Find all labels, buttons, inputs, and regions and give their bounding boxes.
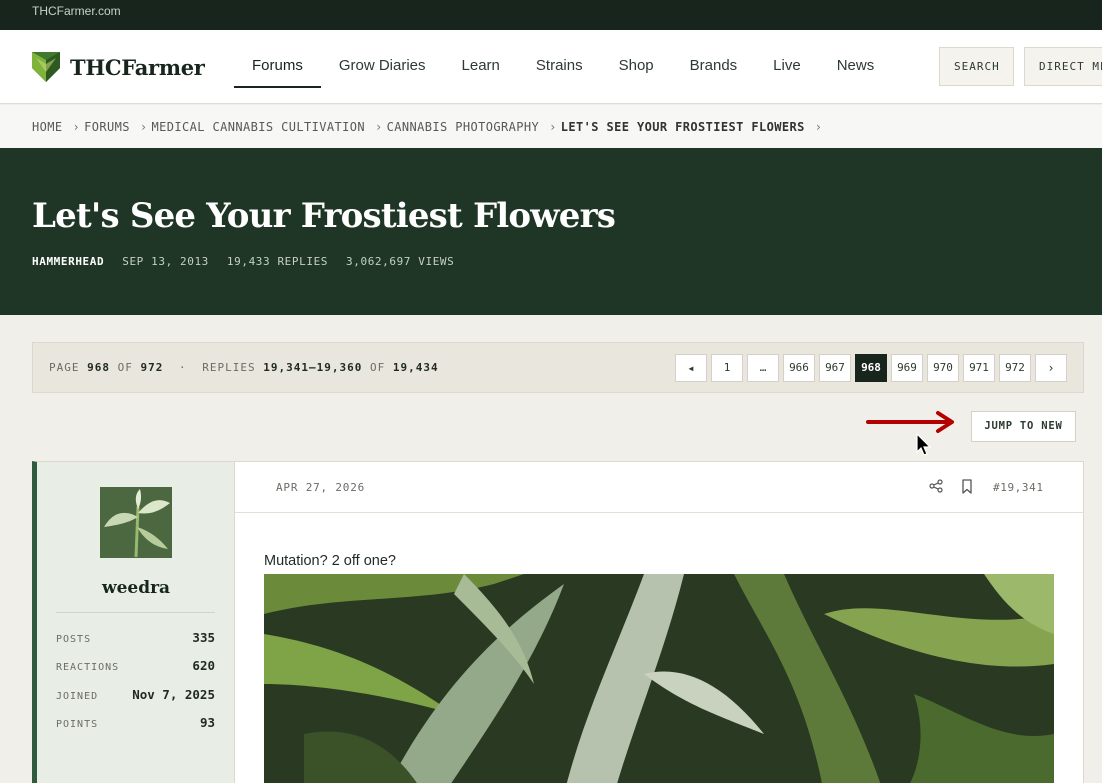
page-link[interactable]: 972 bbox=[999, 354, 1031, 382]
total-pages: 972 bbox=[140, 361, 164, 374]
post-username[interactable]: weedra bbox=[37, 578, 235, 598]
chevron-right-icon: › bbox=[375, 119, 383, 134]
separator-dot: · bbox=[179, 361, 187, 374]
post-content: APR 27, 2026 #19,341 Mutation? 2 off one… bbox=[235, 462, 1084, 783]
stat-label: POSTS bbox=[56, 634, 92, 645]
replies-word: REPLIES bbox=[202, 361, 256, 374]
stat-reactions: REACTIONS 620 bbox=[56, 658, 215, 673]
brand-name: THCFarmer bbox=[70, 54, 205, 80]
stat-posts: POSTS 335 bbox=[56, 630, 215, 645]
chevron-right-icon: › bbox=[72, 119, 81, 134]
breadcrumb: HOME › FORUMS › MEDICAL CANNABIS CULTIVA… bbox=[0, 105, 1102, 148]
nav-learn[interactable]: Learn bbox=[444, 30, 518, 104]
bookmark-icon[interactable] bbox=[960, 479, 974, 494]
nav-news[interactable]: News bbox=[819, 30, 893, 104]
nav-live[interactable]: Live bbox=[755, 30, 819, 104]
pagination-bar: PAGE 968 OF 972 · REPLIES 19,341–19,360 … bbox=[32, 342, 1084, 393]
chevron-right-icon: › bbox=[139, 119, 148, 134]
of-word: OF bbox=[117, 361, 133, 374]
stat-value: 335 bbox=[192, 630, 215, 645]
total-replies: 19,434 bbox=[392, 361, 439, 374]
stat-label: REACTIONS bbox=[56, 662, 120, 673]
post-header: APR 27, 2026 #19,341 bbox=[235, 462, 1084, 513]
search-button[interactable]: SEARCH bbox=[939, 47, 1014, 86]
caret-left-icon[interactable]: ◂ bbox=[675, 354, 707, 382]
thread-date: SEP 13, 2013 bbox=[122, 255, 209, 268]
stat-label: JOINED bbox=[56, 691, 99, 702]
nav-grow-diaries[interactable]: Grow Diaries bbox=[321, 30, 444, 104]
thread-author[interactable]: HAMMERHEAD bbox=[32, 255, 104, 268]
page-title: Let's See Your Frostiest Flowers bbox=[32, 196, 616, 236]
site-logo[interactable]: THCFarmer bbox=[32, 52, 205, 82]
jump-to-new-button[interactable]: JUMP TO NEW bbox=[971, 411, 1076, 442]
page-info: PAGE 968 OF 972 · REPLIES 19,341–19,360 … bbox=[49, 361, 439, 374]
thread-meta: HAMMERHEAD SEP 13, 2013 19,433 REPLIES 3… bbox=[32, 255, 472, 268]
page-link[interactable]: 971 bbox=[963, 354, 995, 382]
page-word: PAGE bbox=[49, 361, 80, 374]
site-header: THCFarmer Forums Grow Diaries Learn Stra… bbox=[0, 30, 1102, 104]
pager: ◂ 1 … 966 967 968 969 970 971 972 › bbox=[671, 354, 1067, 382]
page-link-current[interactable]: 968 bbox=[855, 354, 887, 382]
post-image[interactable] bbox=[264, 574, 1054, 783]
page-link[interactable]: 970 bbox=[927, 354, 959, 382]
mouse-cursor-icon bbox=[916, 433, 932, 456]
breadcrumb-current: LET'S SEE YOUR FROSTIEST FLOWERS bbox=[560, 119, 805, 134]
avatar[interactable] bbox=[100, 487, 172, 558]
nav-shop[interactable]: Shop bbox=[601, 30, 672, 104]
stat-value: Nov 7, 2025 bbox=[132, 687, 215, 702]
thread-hero: Let's See Your Frostiest Flowers HAMMERH… bbox=[0, 148, 1102, 315]
reply-range: 19,341–19,360 bbox=[263, 361, 363, 374]
thread-views: 3,062,697 VIEWS bbox=[346, 255, 455, 268]
page-link[interactable]: 1 bbox=[711, 354, 743, 382]
top-bar: THCFarmer.com bbox=[0, 0, 1102, 30]
post-text: Mutation? 2 off one? bbox=[264, 553, 396, 569]
page-ellipsis[interactable]: … bbox=[747, 354, 779, 382]
main-nav: Forums Grow Diaries Learn Strains Shop B… bbox=[234, 30, 892, 104]
leaf-shield-icon bbox=[32, 52, 60, 82]
site-domain: THCFarmer.com bbox=[32, 4, 121, 18]
stat-joined: JOINED Nov 7, 2025 bbox=[56, 687, 215, 702]
breadcrumb-forums[interactable]: FORUMS bbox=[84, 120, 130, 134]
nav-forums[interactable]: Forums bbox=[234, 30, 321, 104]
chevron-right-icon: › bbox=[549, 119, 557, 134]
share-icon[interactable] bbox=[929, 479, 943, 493]
post-date: APR 27, 2026 bbox=[276, 481, 366, 494]
post-author-panel: weedra POSTS 335 REACTIONS 620 JOINED No… bbox=[37, 462, 235, 783]
thread-replies: 19,433 REPLIES bbox=[226, 255, 329, 268]
of-word: OF bbox=[369, 361, 386, 374]
breadcrumb-photography[interactable]: CANNABIS PHOTOGRAPHY bbox=[387, 120, 540, 134]
page-link[interactable]: 969 bbox=[891, 354, 923, 382]
stat-label: POINTS bbox=[56, 719, 99, 730]
nav-brands[interactable]: Brands bbox=[672, 30, 756, 104]
post-number[interactable]: #19,341 bbox=[993, 481, 1044, 494]
stat-value: 620 bbox=[192, 658, 215, 673]
page-link[interactable]: 967 bbox=[819, 354, 851, 382]
direct-messages-button[interactable]: DIRECT MESSAGES bbox=[1024, 47, 1102, 86]
post-card: weedra POSTS 335 REACTIONS 620 JOINED No… bbox=[32, 461, 1084, 783]
page-link[interactable]: 966 bbox=[783, 354, 815, 382]
breadcrumb-medical-cultivation[interactable]: MEDICAL CANNABIS CULTIVATION bbox=[152, 120, 366, 134]
stat-value: 93 bbox=[199, 715, 215, 730]
annotation-arrow-icon bbox=[866, 411, 954, 433]
chevron-right-icon: › bbox=[814, 119, 823, 134]
chevron-right-icon[interactable]: › bbox=[1035, 354, 1067, 382]
nav-strains[interactable]: Strains bbox=[518, 30, 601, 104]
breadcrumb-home[interactable]: HOME bbox=[32, 120, 63, 134]
divider bbox=[56, 612, 215, 613]
current-page: 968 bbox=[87, 361, 110, 374]
stat-points: POINTS 93 bbox=[56, 715, 215, 730]
